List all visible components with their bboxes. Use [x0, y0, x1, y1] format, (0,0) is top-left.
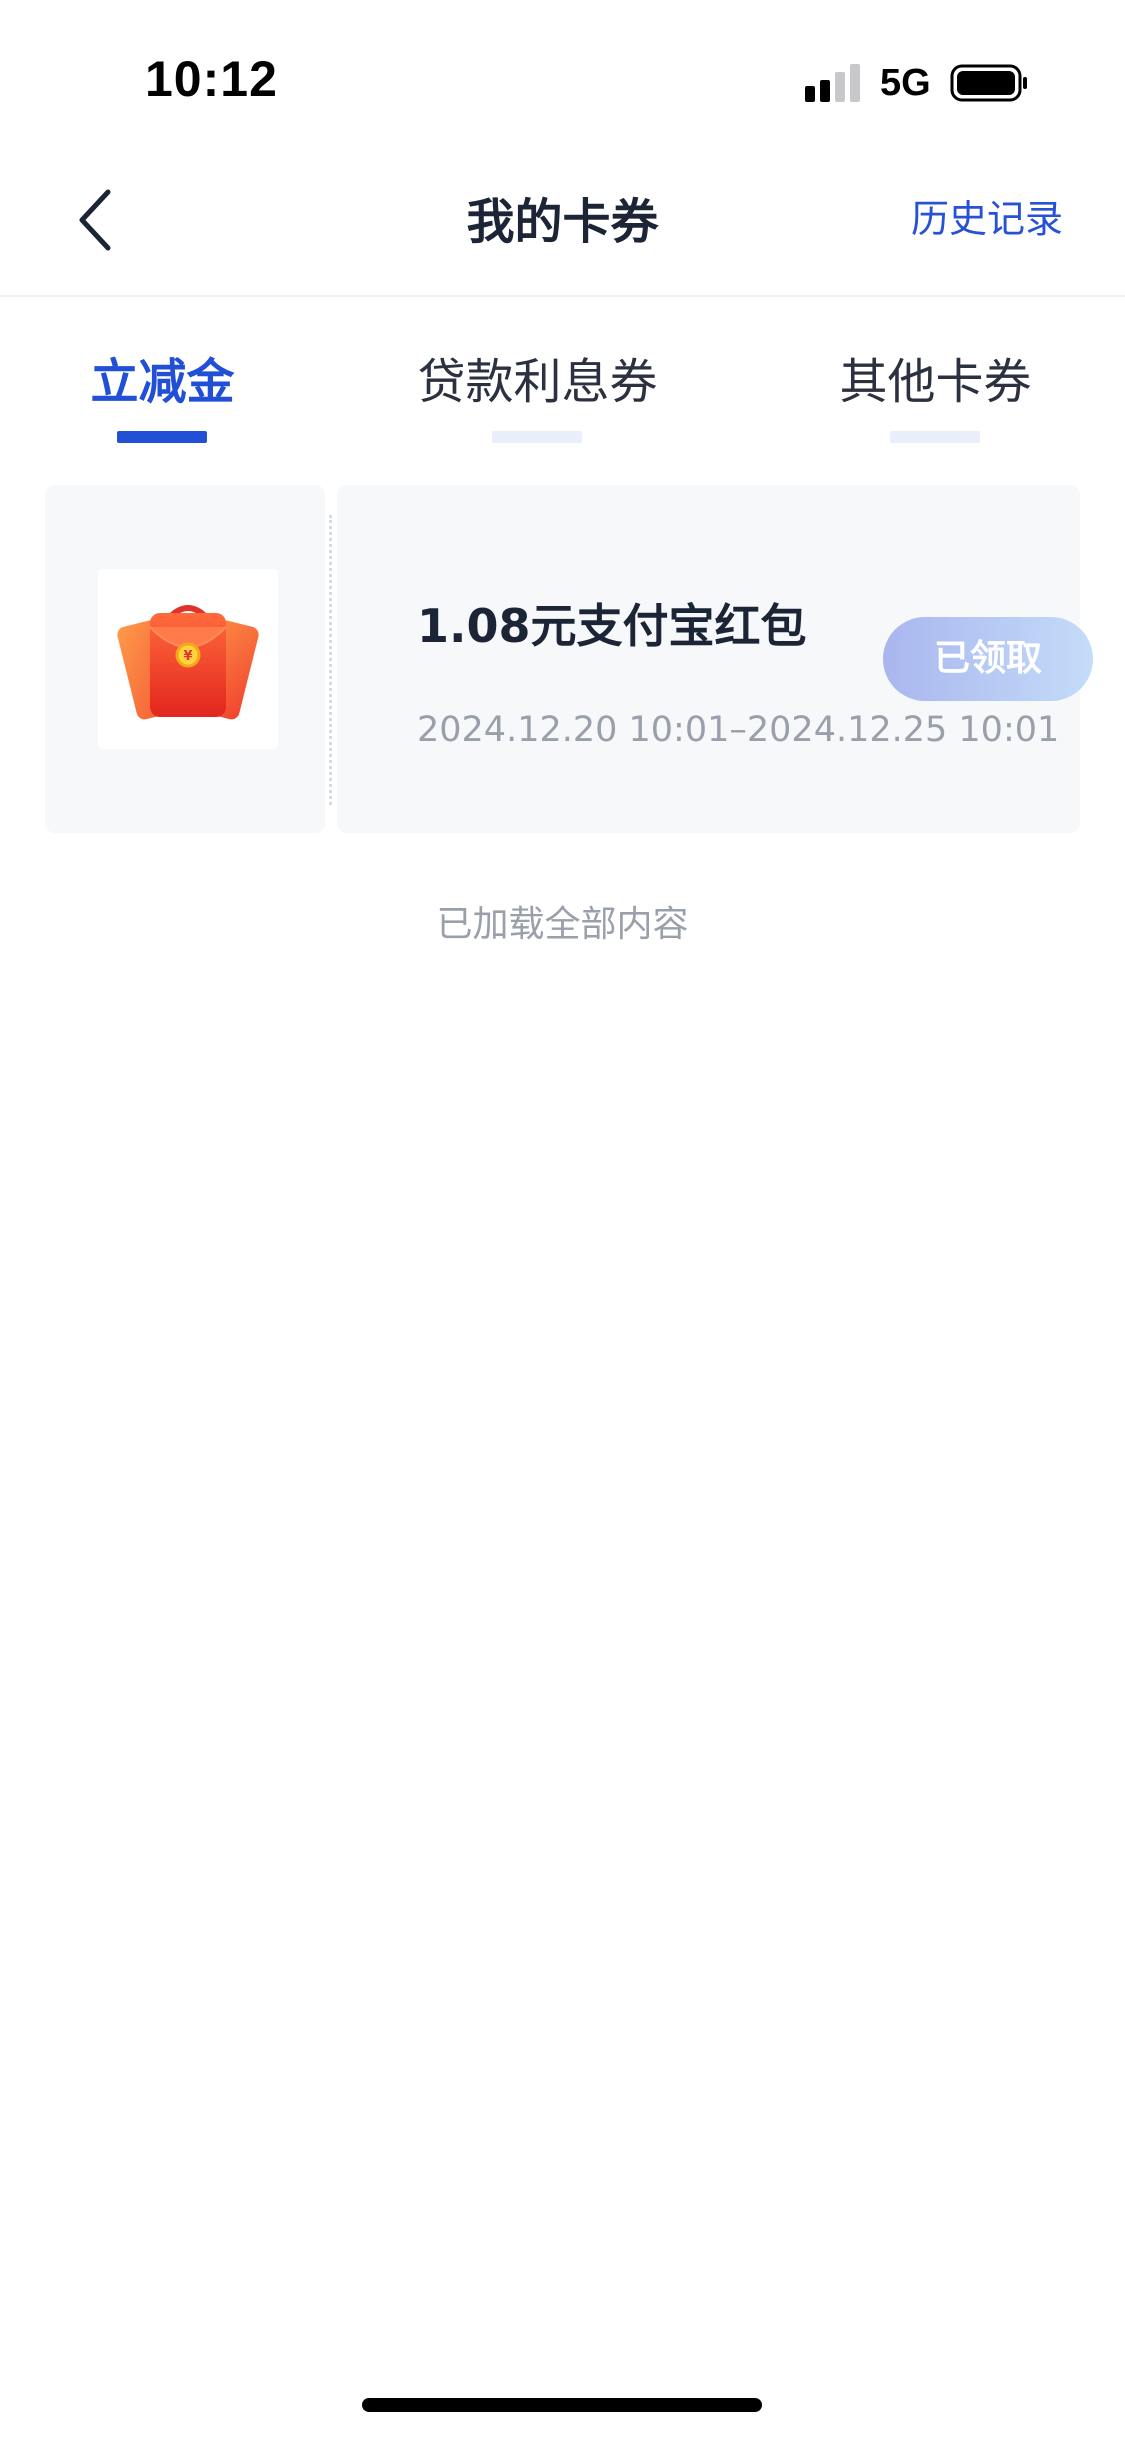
- all-loaded-message: 已加载全部内容: [436, 904, 689, 945]
- status-time: 10:12: [145, 51, 278, 107]
- nav-bar: 我的卡券 历史记录: [0, 150, 1125, 297]
- tab-label: 贷款利息券: [417, 354, 658, 410]
- red-envelope-icon: ¥: [117, 605, 259, 720]
- status-bar: 10:12 5G: [0, 0, 1125, 150]
- signal-icon: [805, 64, 860, 102]
- tab-bar: 立减金 贷款利息券 其他卡券: [0, 297, 1125, 447]
- tab-instant-discount[interactable]: 立减金: [90, 342, 235, 442]
- home-indicator[interactable]: [362, 2398, 762, 2412]
- coupon-card: ¥ 1.08元支付宝红包 2024.12.20 10:01–2024.12.25…: [45, 485, 1093, 833]
- svg-text:¥: ¥: [183, 649, 192, 664]
- coupon-right-panel: 1.08元支付宝红包 2024.12.20 10:01–2024.12.25 1…: [337, 485, 1093, 833]
- tab-label: 立减金: [90, 354, 235, 410]
- tab-loan-interest-coupon[interactable]: 贷款利息券: [415, 342, 660, 442]
- tab-other-coupons[interactable]: 其他卡券: [838, 342, 1033, 442]
- coupon-divider: [329, 515, 332, 805]
- coupon-validity-period: 2024.12.20 10:01–2024.12.25 10:01: [417, 710, 1060, 750]
- tab-label: 其他卡券: [839, 354, 1032, 410]
- battery-icon: [950, 64, 1027, 102]
- claimed-button[interactable]: 已领取: [883, 617, 1093, 701]
- tab-indicator: [492, 431, 582, 443]
- network-type: 5G: [880, 62, 931, 104]
- coupon-left-panel: ¥: [45, 485, 325, 833]
- history-records-link[interactable]: 历史记录: [911, 188, 1063, 243]
- coupon-image: ¥: [98, 569, 278, 749]
- coupon-title: 1.08元支付宝红包: [417, 599, 807, 653]
- tab-indicator-active: [117, 431, 207, 443]
- tab-indicator: [890, 431, 980, 443]
